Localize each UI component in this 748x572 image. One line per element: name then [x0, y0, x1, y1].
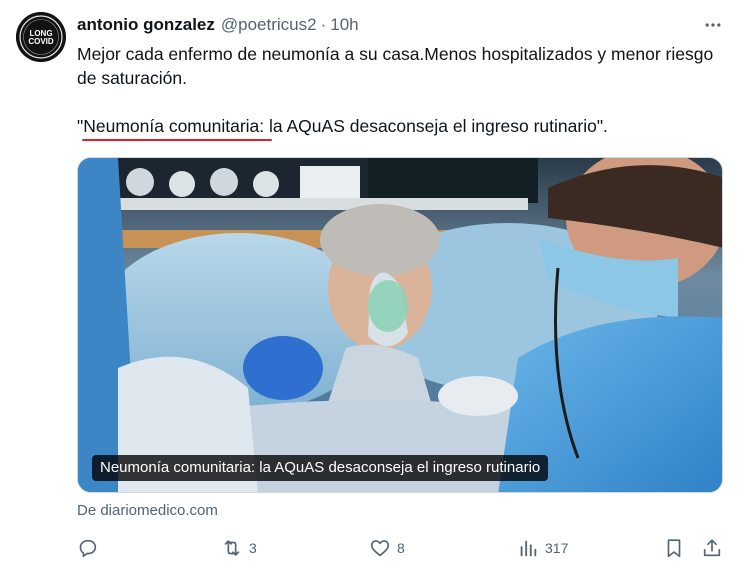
header-separator: ·	[320, 15, 327, 34]
tweet-text: Mejor cada enfermo de neumonía a su casa…	[77, 42, 727, 138]
like-button[interactable]: 8	[369, 532, 405, 564]
avatar-text-bottom: COVID	[28, 37, 54, 46]
views-button[interactable]: 317	[517, 532, 568, 564]
bookmark-button[interactable]	[663, 532, 685, 564]
highlight-underline	[82, 139, 272, 141]
retweet-icon	[224, 540, 240, 556]
tweet-timestamp[interactable]: 10h	[330, 15, 358, 35]
action-bar: 3 8 317	[77, 532, 727, 564]
card-caption: Neumonía comunitaria: la AQuAS desaconse…	[92, 455, 549, 481]
hospital-photo	[78, 158, 722, 492]
like-count: 8	[397, 540, 405, 556]
views-icon	[520, 540, 537, 557]
reply-icon	[79, 539, 97, 558]
retweet-count: 3	[249, 540, 257, 556]
more-icon	[705, 23, 721, 27]
like-icon	[370, 540, 390, 557]
bookmark-icon	[667, 539, 681, 558]
link-card-image[interactable]: Neumonía comunitaria: la AQuAS desaconse…	[77, 157, 723, 493]
views-count: 317	[545, 540, 569, 556]
avatar[interactable]: LONG COVID	[16, 12, 66, 62]
reply-button[interactable]	[77, 532, 105, 564]
tweet-header: antonio gonzalez @poetricus2 · 10h	[77, 14, 359, 36]
author-name[interactable]: antonio gonzalez	[77, 15, 215, 35]
avatar-image: LONG COVID	[16, 12, 66, 62]
card-source[interactable]: De diariomedico.com	[77, 502, 218, 519]
share-button[interactable]	[701, 532, 723, 564]
more-button[interactable]	[700, 12, 726, 38]
tweet-quote: "Neumonía comunitaria: la AQuAS desacons…	[77, 116, 608, 136]
share-icon	[703, 539, 721, 557]
tweet-line-1: Mejor cada enfermo de neumonía a su casa…	[77, 44, 714, 88]
retweet-button[interactable]: 3	[221, 532, 257, 564]
author-handle[interactable]: @poetricus2	[221, 15, 317, 35]
tweet-card[interactable]: LONG COVID antonio gonzalez @poetricus2 …	[0, 0, 748, 572]
